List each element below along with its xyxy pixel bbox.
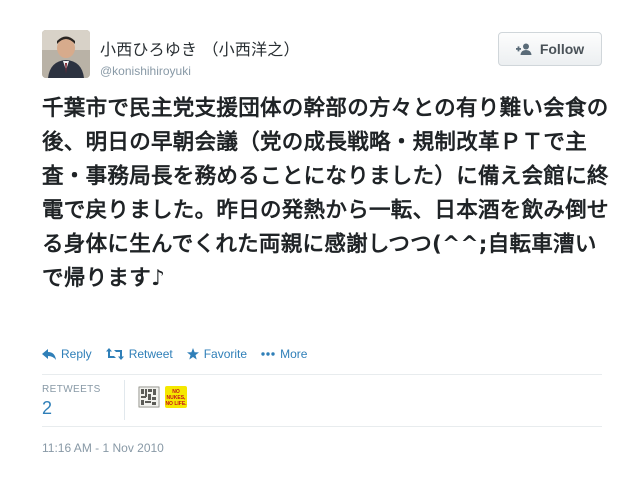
- favorite-label: Favorite: [203, 347, 248, 361]
- reply-icon: [42, 348, 56, 360]
- tweet-actions: Reply Retweet Favorite More: [42, 347, 321, 361]
- retweeter-avatar-1[interactable]: [138, 386, 160, 408]
- retweets-count[interactable]: 2: [42, 398, 101, 419]
- stats-separator: [124, 380, 125, 420]
- no-life-logo: NO LIFE.: [165, 401, 187, 407]
- reply-button[interactable]: Reply: [42, 347, 92, 361]
- tweet-card: 小西ひろゆき （小西洋之） @konishihiroyuki Follow 千葉…: [0, 0, 640, 486]
- tweet-header: 小西ひろゆき （小西洋之） @konishihiroyuki Follow: [42, 30, 602, 82]
- avatar[interactable]: [42, 30, 90, 78]
- retweeter-avatar-2[interactable]: NO NUKES, NO LIFE.: [165, 386, 187, 408]
- retweet-icon: [105, 348, 124, 360]
- favorite-button[interactable]: Favorite: [186, 347, 248, 361]
- tweet-timestamp[interactable]: 11:16 AM - 1 Nov 2010: [42, 441, 164, 455]
- retweeter-avatars: NO NUKES, NO LIFE.: [138, 386, 187, 408]
- tweet-text: 千葉市で民主党支援団体の幹部の方々との有り難い会食の後、明日の早朝会議（党の成長…: [42, 96, 609, 291]
- user-names: 小西ひろゆき （小西洋之） @konishihiroyuki: [100, 36, 300, 78]
- follow-button-label: Follow: [539, 41, 585, 57]
- user-full-name[interactable]: 小西ひろゆき （小西洋之）: [100, 36, 300, 60]
- retweet-button[interactable]: Retweet: [105, 347, 173, 361]
- star-icon: [186, 348, 199, 360]
- retweet-stats[interactable]: RETWEETS 2: [42, 384, 101, 419]
- divider: [42, 374, 602, 375]
- divider: [42, 426, 602, 427]
- more-label: More: [280, 347, 308, 361]
- user-screen-name[interactable]: @konishihiroyuki: [100, 64, 300, 78]
- more-button[interactable]: More: [261, 347, 307, 361]
- add-person-icon: [515, 43, 532, 55]
- retweet-label: Retweet: [128, 347, 173, 361]
- retweets-label: RETWEETS: [42, 384, 101, 395]
- more-icon: [261, 352, 275, 356]
- profile-photo-icon: [42, 30, 90, 78]
- follow-button[interactable]: Follow: [498, 32, 602, 66]
- reply-label: Reply: [61, 347, 92, 361]
